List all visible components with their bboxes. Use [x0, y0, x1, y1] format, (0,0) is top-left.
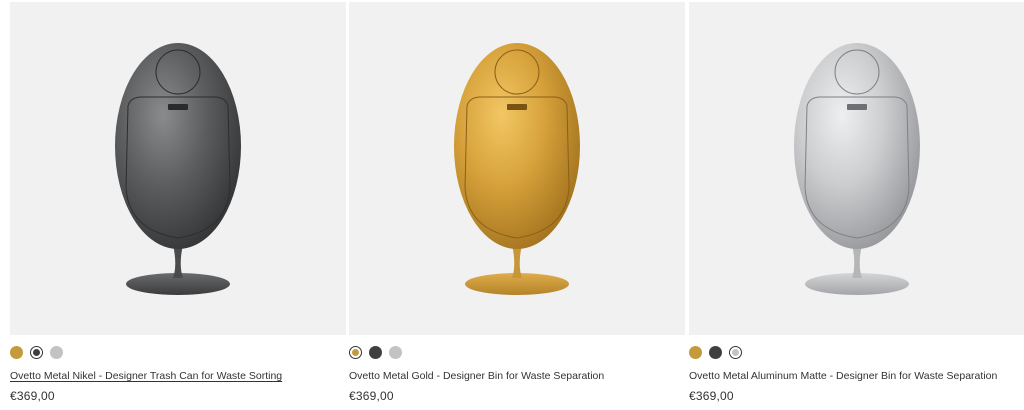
trash-bin-image-gold [454, 43, 580, 295]
product-card[interactable]: Ovetto Metal Nikel - Designer Trash Can … [10, 2, 346, 403]
color-swatches [689, 345, 1024, 359]
product-image[interactable] [689, 2, 1024, 335]
swatch-gold[interactable] [10, 345, 23, 359]
swatch-gold[interactable] [349, 345, 362, 359]
trash-bin-image-nikel [115, 43, 241, 295]
product-price: €369,00 [349, 389, 394, 403]
swatch-dark[interactable] [30, 345, 43, 359]
color-swatches [349, 345, 685, 359]
product-image[interactable] [349, 2, 685, 335]
color-swatches [10, 345, 346, 359]
product-grid: Ovetto Metal Nikel - Designer Trash Can … [0, 0, 1024, 410]
swatch-dark[interactable] [369, 345, 382, 359]
product-card[interactable]: Ovetto Metal Gold - Designer Bin for Was… [349, 2, 685, 403]
trash-bin-image-silver [794, 43, 920, 295]
product-price: €369,00 [10, 389, 55, 403]
product-title[interactable]: Ovetto Metal Aluminum Matte - Designer B… [689, 370, 997, 383]
swatch-silver[interactable] [389, 345, 402, 359]
product-title[interactable]: Ovetto Metal Nikel - Designer Trash Can … [10, 370, 282, 383]
swatch-gold[interactable] [689, 345, 702, 359]
swatch-silver[interactable] [50, 345, 63, 359]
swatch-dark[interactable] [709, 345, 722, 359]
product-price: €369,00 [689, 389, 734, 403]
product-card[interactable]: Ovetto Metal Aluminum Matte - Designer B… [689, 2, 1024, 403]
product-image[interactable] [10, 2, 346, 335]
swatch-silver[interactable] [729, 345, 742, 359]
product-title[interactable]: Ovetto Metal Gold - Designer Bin for Was… [349, 370, 604, 383]
